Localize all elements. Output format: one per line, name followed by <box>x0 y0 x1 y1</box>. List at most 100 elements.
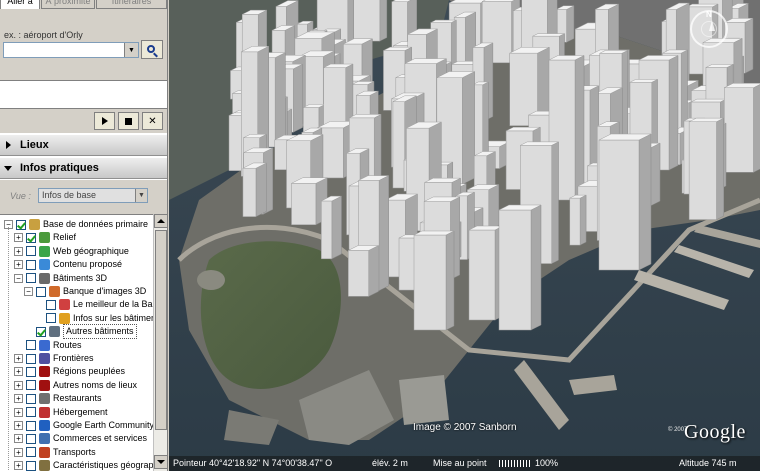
building-side <box>753 84 760 173</box>
layer-row-0[interactable]: − Base de données primaire <box>4 218 148 231</box>
view-select[interactable]: Infos de base ▼ <box>38 188 148 203</box>
layer-row-12[interactable]: + Autres noms de lieux <box>14 379 137 392</box>
tree-expander[interactable]: + <box>14 260 23 270</box>
chevron-down-icon[interactable]: ▼ <box>135 189 147 202</box>
search-input[interactable]: ▼ <box>3 42 139 58</box>
layer-checkbox[interactable] <box>26 353 36 364</box>
layer-row-8[interactable]: Autres bâtiments <box>24 324 137 340</box>
dot-icon <box>39 379 50 391</box>
compass-ring-icon <box>701 21 717 37</box>
search-tabs: Aller à À proximité Itinéraires <box>0 0 167 10</box>
border-icon <box>39 353 50 364</box>
layer-row-11[interactable]: + Régions peuplées <box>14 365 125 378</box>
layer-checkbox[interactable] <box>36 286 46 297</box>
layer-row-10[interactable]: + Frontières <box>14 352 94 365</box>
layer-checkbox[interactable] <box>26 433 36 444</box>
tree-expander[interactable]: + <box>14 380 23 390</box>
layer-checkbox[interactable] <box>26 380 36 391</box>
building-side <box>574 55 585 201</box>
tree-expander[interactable]: + <box>14 461 23 471</box>
building-roof <box>691 98 727 103</box>
building-face <box>413 234 447 331</box>
layer-row-14[interactable]: + Hébergement <box>14 406 108 419</box>
tree-expander[interactable]: + <box>14 394 23 404</box>
tree-expander[interactable]: + <box>14 367 23 377</box>
layer-row-1[interactable]: + Relief <box>14 231 76 244</box>
layer-row-4[interactable]: − Bâtiments 3D <box>14 272 107 285</box>
layer-checkbox[interactable] <box>26 460 36 471</box>
tree-expander[interactable]: − <box>14 273 23 283</box>
stop-tour-button[interactable] <box>118 112 139 130</box>
layer-row-18[interactable]: + Caractéristiques géographiques <box>14 459 153 471</box>
layer-row-16[interactable]: + Commerces et services <box>14 432 147 445</box>
layer-row-5[interactable]: − Banque d'images 3D <box>24 285 146 298</box>
layer-checkbox[interactable] <box>46 299 56 310</box>
elevation-readout: élév. 2 m <box>372 458 408 468</box>
layers-tree: − Base de données primaire + Relief + Web géo… <box>0 214 153 471</box>
layer-checkbox[interactable] <box>16 219 26 230</box>
search-icon <box>147 44 155 53</box>
layer-row-2[interactable]: + Web géographique <box>14 245 129 258</box>
tree-expander[interactable]: + <box>14 421 23 430</box>
tree-expander[interactable]: − <box>24 287 33 296</box>
tree-expander[interactable]: + <box>14 407 23 417</box>
layer-row-7[interactable]: Infos sur les bâtiments <box>34 312 153 325</box>
layer-row-6[interactable]: Le meilleur de la Banque <box>34 298 153 311</box>
layers-panel-header[interactable]: Infos pratiques <box>0 157 167 179</box>
layer-row-9[interactable]: Routes <box>14 339 82 352</box>
lodging-icon <box>39 406 50 418</box>
clear-search-button[interactable]: ✕ <box>142 112 163 130</box>
layer-checkbox[interactable] <box>26 420 36 431</box>
layer-checkbox[interactable] <box>26 393 36 404</box>
tree-expander[interactable]: + <box>14 434 23 444</box>
star-icon <box>39 259 50 271</box>
layer-label: Frontières <box>53 353 94 363</box>
scroll-up-button[interactable] <box>154 214 167 228</box>
building-face <box>468 229 496 321</box>
layer-checkbox[interactable] <box>26 259 36 270</box>
tree-expander[interactable]: + <box>14 246 23 256</box>
layer-row-15[interactable]: + Google Earth Community <box>14 419 153 432</box>
play-icon <box>101 117 108 125</box>
tab-nearby[interactable]: À proximité <box>41 0 95 9</box>
layer-checkbox[interactable] <box>26 340 36 351</box>
layer-checkbox[interactable] <box>26 447 36 458</box>
layer-row-17[interactable]: + Transports <box>14 446 96 459</box>
layer-checkbox[interactable] <box>26 232 36 243</box>
view-label: Vue : <box>10 191 31 201</box>
globe-icon <box>29 219 40 230</box>
search-button[interactable] <box>141 40 163 59</box>
layer-label: Caractéristiques géographiques <box>53 460 153 471</box>
tree-expander[interactable]: + <box>14 233 23 243</box>
places-panel-header[interactable]: Lieux <box>0 134 167 156</box>
tree-expander[interactable]: + <box>14 354 23 363</box>
imagery-copyright: Image © 2007 Sanborn <box>413 422 517 433</box>
scroll-thumb[interactable] <box>155 230 167 430</box>
layers-scrollbar[interactable] <box>153 214 167 471</box>
building-side <box>378 175 389 291</box>
layer-checkbox[interactable] <box>36 326 46 337</box>
navigation-compass[interactable]: N <box>690 10 728 48</box>
building-face <box>392 101 405 189</box>
tree-expander[interactable]: + <box>14 447 23 457</box>
scroll-down-button[interactable] <box>154 455 167 469</box>
layer-checkbox[interactable] <box>26 407 36 418</box>
layer-checkbox[interactable] <box>26 273 36 284</box>
layer-checkbox[interactable] <box>26 366 36 377</box>
earth-3d-view[interactable]: N Image © 2007 Sanborn © 2007 Google Poi… <box>169 0 760 471</box>
building-side <box>445 230 455 331</box>
tab-directions[interactable]: Itinéraires <box>96 0 167 9</box>
layer-checkbox[interactable] <box>46 313 56 324</box>
streaming-label: Mise au point <box>433 458 487 468</box>
google-logo: Google <box>684 421 746 443</box>
tab-fly-to[interactable]: Aller à <box>0 0 40 9</box>
search-results[interactable] <box>0 80 167 109</box>
layer-row-13[interactable]: + Restaurants <box>14 392 102 405</box>
building-side <box>255 162 267 218</box>
road-icon <box>39 339 50 351</box>
layer-row-3[interactable]: + Contenu proposé <box>14 258 122 271</box>
layer-checkbox[interactable] <box>26 246 36 257</box>
play-tour-button[interactable] <box>94 112 115 130</box>
chevron-down-icon[interactable]: ▼ <box>124 43 138 57</box>
